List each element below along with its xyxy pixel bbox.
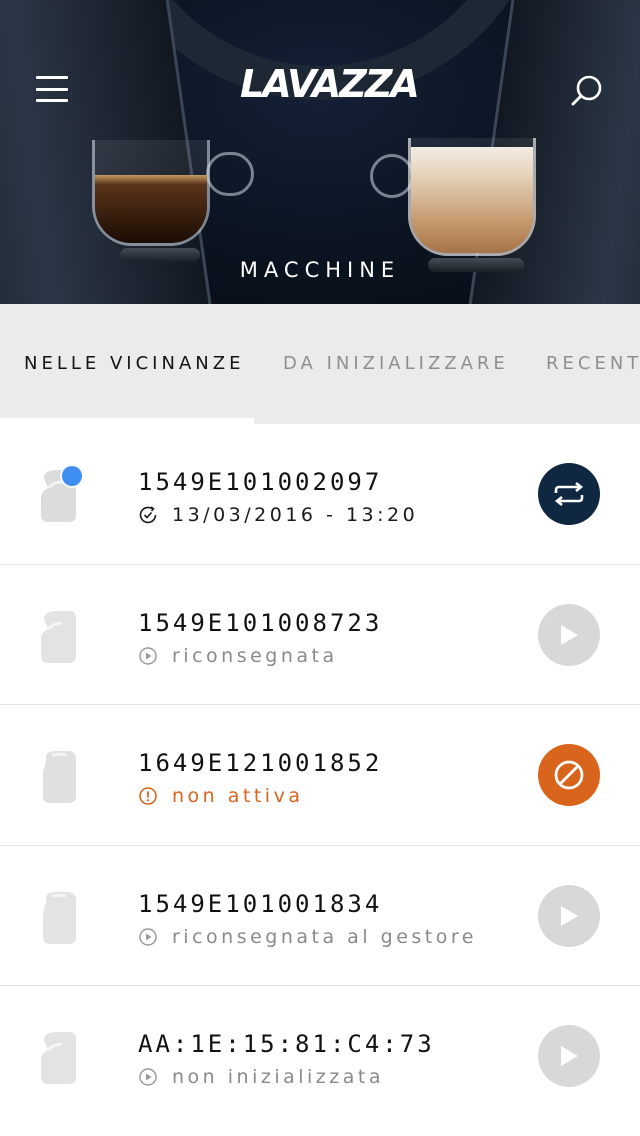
brand-logo: LAVAZZA <box>240 62 420 106</box>
machine-id: AA:1E:15:81:C4:73 <box>138 1030 435 1058</box>
machine-row[interactable]: AA:1E:15:81:C4:73 non inizializzata <box>0 986 640 1127</box>
page-title: MACCHINE <box>239 258 401 282</box>
machine-status-text: riconsegnata al gestore <box>172 925 477 948</box>
machine-id: 1549E101002097 <box>138 468 383 496</box>
start-button[interactable] <box>538 603 600 666</box>
play-circle-icon <box>138 927 158 947</box>
machine-id: 1649E121001852 <box>138 749 383 777</box>
tab-bar: NELLE VICINANZE DA INIZIALIZZARE RECENTI <box>0 304 640 424</box>
machine-row[interactable]: 1549E101008723 riconsegnata <box>0 565 640 705</box>
espresso-cup-handle <box>206 152 254 196</box>
machine-status: non inizializzata <box>138 1066 384 1088</box>
play-icon <box>561 624 578 645</box>
machine-id: 1549E101008723 <box>138 608 383 637</box>
tab-nearby[interactable]: NELLE VICINANZE <box>24 304 244 424</box>
sync-button[interactable] <box>538 463 600 525</box>
machine-id: 1549E101001834 <box>138 889 383 918</box>
play-circle-icon <box>138 1067 158 1087</box>
machine-status-text: non attiva <box>172 785 304 807</box>
machine-status-text: 13/03/2016 - 13:20 <box>172 504 419 526</box>
play-circle-icon <box>138 646 158 666</box>
alert-circle-icon <box>138 786 158 806</box>
machine-list: 1549E101002097 13/03/2016 - 13:20 1549E1… <box>0 424 640 1127</box>
machine-status: riconsegnata al gestore <box>138 926 477 948</box>
hamburger-menu-icon[interactable] <box>36 76 68 102</box>
play-icon <box>561 905 578 926</box>
espresso-cup-image <box>92 140 210 246</box>
start-button[interactable] <box>538 1025 600 1087</box>
clock-check-icon <box>138 505 158 525</box>
coffee-machine-icon <box>36 890 82 946</box>
start-button[interactable] <box>538 884 600 947</box>
machine-status-text: non inizializzata <box>172 1066 384 1088</box>
tab-to-initialize[interactable]: DA INIZIALIZZARE <box>283 304 509 424</box>
machine-status: non attiva <box>138 785 303 807</box>
search-icon[interactable] <box>570 74 604 108</box>
sync-icon <box>554 481 584 507</box>
header: LAVAZZA MACCHINE <box>0 0 640 304</box>
machine-row[interactable]: 1549E101001834 riconsegnata al gestore <box>0 846 640 986</box>
machine-status-text: riconsegnata <box>172 644 338 667</box>
coffee-machine-icon <box>36 1030 82 1086</box>
tab-recent[interactable]: RECENTI <box>546 304 640 424</box>
machine-row[interactable]: 1549E101002097 13/03/2016 - 13:20 <box>0 424 640 565</box>
blocked-button[interactable] <box>538 744 600 806</box>
machine-status: riconsegnata <box>138 645 338 667</box>
machine-row[interactable]: 1649E121001852 non attiva <box>0 705 640 846</box>
connected-indicator <box>62 466 82 486</box>
coffee-machine-icon <box>36 609 82 665</box>
machine-status: 13/03/2016 - 13:20 <box>138 504 418 526</box>
coffee-machine-icon <box>36 749 82 805</box>
cappuccino-cup-image <box>408 138 536 256</box>
play-icon <box>561 1046 578 1066</box>
blocked-icon <box>554 760 584 790</box>
